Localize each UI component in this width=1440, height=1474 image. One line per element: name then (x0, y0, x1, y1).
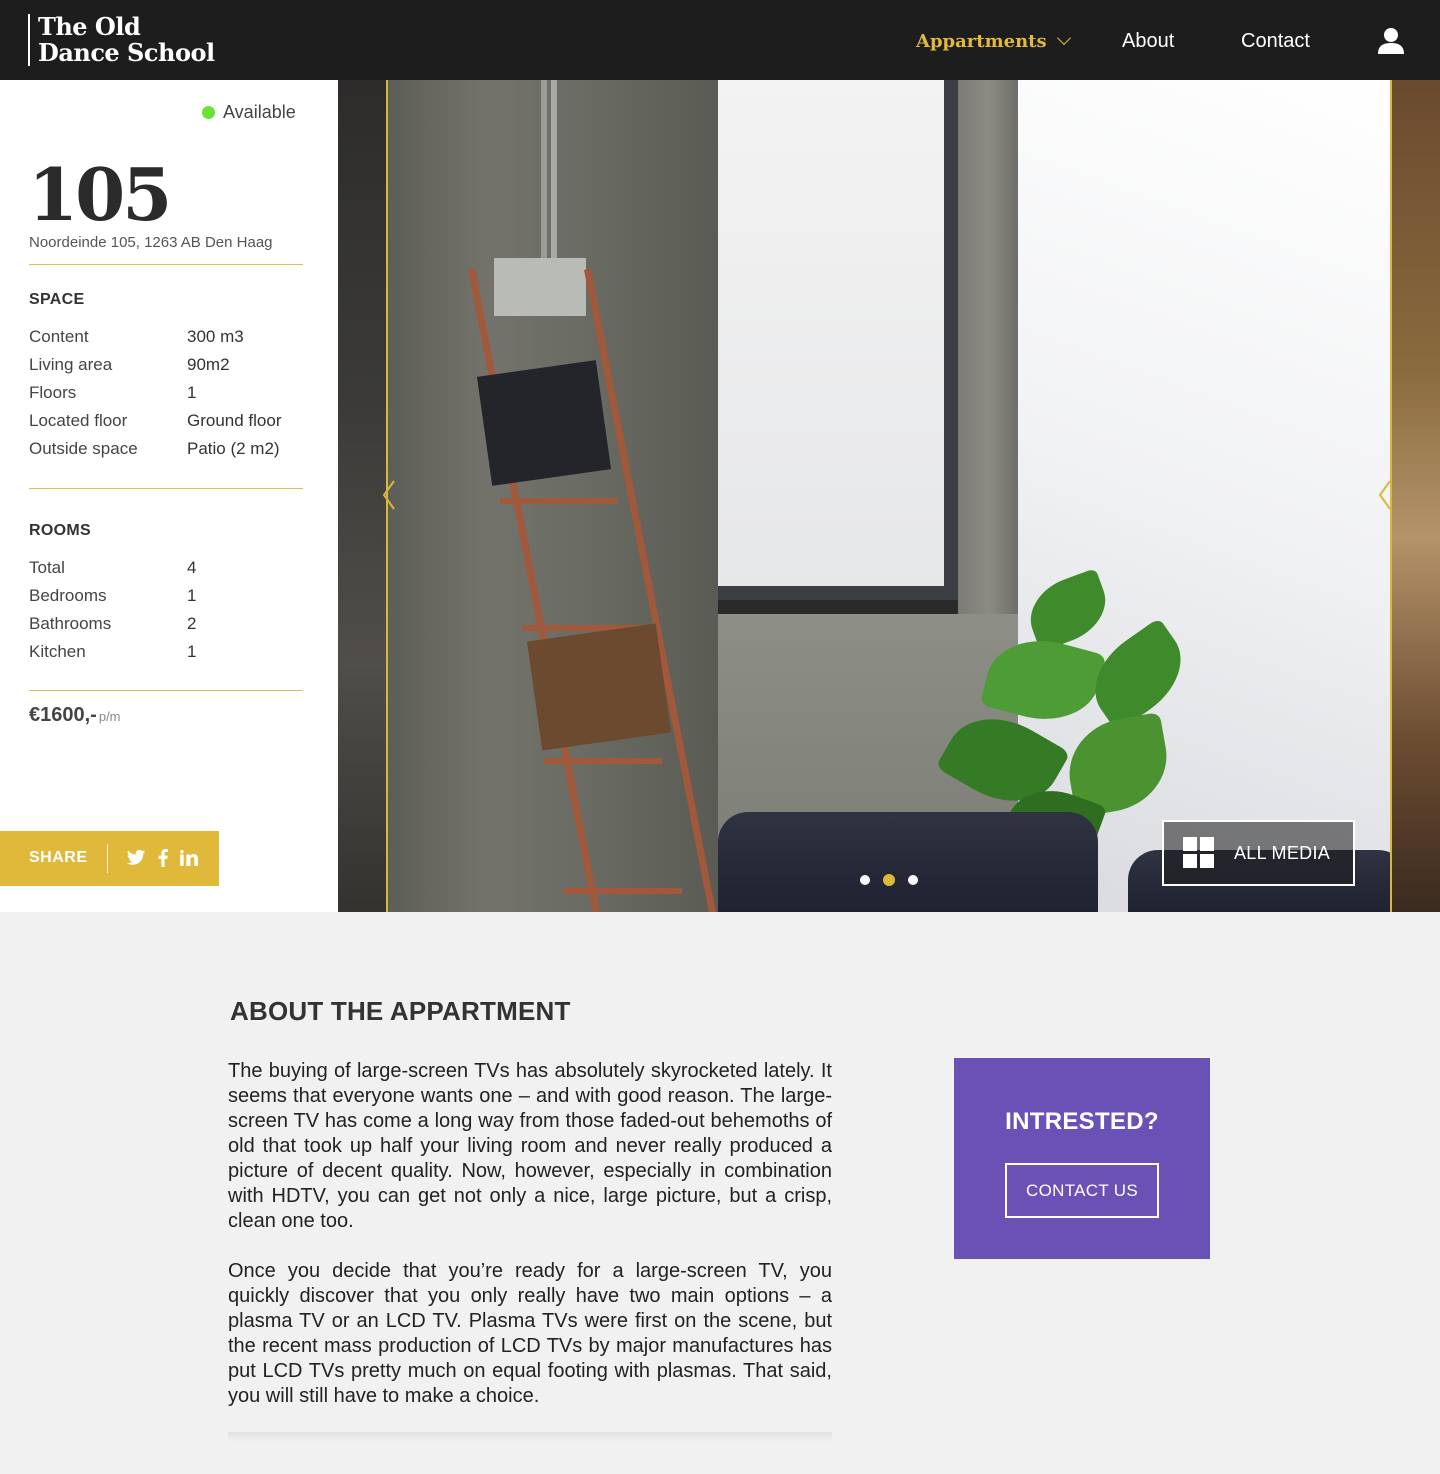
listing-info-panel: Available 105 Noordeinde 105, 1263 AB De… (0, 80, 338, 912)
all-media-label: ALL MEDIA (1234, 843, 1331, 863)
status-dot-icon (202, 106, 215, 119)
photo-ladder-rung (500, 498, 618, 504)
spec-label: Living area (29, 355, 113, 374)
unit-address: Noordeinde 105, 1263 AB Den Haag (29, 234, 273, 251)
about-title: ABOUT THE APPARTMENT (230, 996, 571, 1026)
spec-label: Located floor (29, 411, 128, 430)
spec-row: Bedrooms 1 (29, 586, 309, 610)
spec-label: Total (29, 558, 65, 577)
spec-value: 1 (187, 383, 197, 402)
twitter-icon[interactable] (126, 849, 146, 867)
carousel-dot-active[interactable] (883, 874, 895, 886)
photo-pipe (541, 80, 547, 260)
spec-value: 2 (187, 614, 197, 633)
facebook-icon[interactable] (157, 849, 169, 867)
price-value: €1600,- (29, 704, 97, 726)
logo-line-2: Dance School (38, 38, 215, 67)
nav-appartments[interactable]: Appartments (916, 30, 1071, 52)
spec-value: 90m2 (187, 355, 230, 374)
photo-window (718, 80, 958, 600)
share-label: SHARE (29, 849, 88, 866)
about-paragraph: The buying of large-screen TVs has absol… (228, 1060, 832, 1232)
contact-us-button[interactable]: CONTACT US (1005, 1163, 1159, 1218)
photo-magazine (526, 623, 672, 751)
share-bar: SHARE (0, 831, 219, 886)
divider (29, 690, 303, 691)
photo-gallery[interactable]: ALL MEDIA (338, 80, 1440, 912)
photo-ladder-rung (564, 888, 682, 894)
spec-value: 1 (187, 642, 197, 661)
next-slide-preview[interactable] (1392, 80, 1440, 912)
all-media-button[interactable]: ALL MEDIA (1162, 820, 1355, 886)
previous-slide-preview[interactable] (338, 80, 386, 912)
spec-value: Patio (2 m2) (187, 439, 280, 458)
divider (29, 264, 303, 265)
photo-pipe (551, 80, 557, 260)
spec-label: Floors (29, 383, 77, 402)
user-icon[interactable] (1376, 26, 1406, 56)
unit-number: 105 (28, 152, 172, 237)
spec-row: Floors 1 (29, 383, 309, 407)
nav-about[interactable]: About (1122, 30, 1174, 53)
spec-label: Bedrooms (29, 586, 107, 605)
spec-row: Content 300 m3 (29, 327, 309, 351)
text-fade (228, 1432, 832, 1442)
divider (29, 488, 303, 489)
nav-contact[interactable]: Contact (1241, 30, 1310, 53)
space-section-title: SPACE (29, 291, 85, 308)
spec-row: Kitchen 1 (29, 642, 309, 666)
spec-label: Kitchen (29, 642, 86, 661)
price-unit: p/m (98, 709, 121, 724)
spec-label: Content (29, 327, 89, 346)
availability-status: Available (202, 102, 296, 123)
spec-row: Outside space Patio (2 m2) (29, 439, 309, 463)
carousel-dot[interactable] (908, 875, 918, 885)
spec-value: 1 (187, 586, 197, 605)
spec-value: 4 (187, 558, 197, 577)
gallery-main-photo (386, 80, 1392, 912)
grid-icon (1183, 837, 1215, 869)
spec-row: Total 4 (29, 558, 309, 582)
chevron-down-icon (1056, 30, 1071, 46)
photo-ladder-rung (544, 758, 662, 764)
spec-label: Outside space (29, 439, 138, 458)
spec-row: Living area 90m2 (29, 355, 309, 379)
status-label: Available (223, 102, 296, 122)
linkedin-icon[interactable] (180, 850, 198, 866)
spec-value: Ground floor (187, 411, 282, 430)
logo-line-1: The Old (38, 12, 141, 41)
photo-outlet-box (494, 258, 586, 316)
interested-box: INTRESTED? CONTACT US (954, 1058, 1210, 1259)
spec-label: Bathrooms (29, 614, 112, 633)
rooms-section-title: ROOMS (29, 522, 91, 539)
photo-magazine (476, 360, 612, 486)
price: €1600,- p/m (29, 704, 121, 727)
spec-row: Located floor Ground floor (29, 411, 309, 435)
top-navbar: The Old Dance School Appartments About C… (0, 0, 1440, 80)
carousel-dot[interactable] (860, 875, 870, 885)
share-divider (107, 844, 108, 873)
chevron-left-icon[interactable] (382, 480, 396, 510)
spec-row: Bathrooms 2 (29, 614, 309, 638)
chevron-right-icon[interactable] (1378, 480, 1392, 510)
cta-title: INTRESTED? (1005, 1108, 1159, 1135)
about-paragraph: Once you decide that you’re ready for a … (228, 1260, 832, 1407)
spec-value: 300 m3 (187, 327, 244, 346)
photo-chair (718, 812, 1098, 912)
site-logo[interactable]: The Old Dance School (28, 14, 215, 66)
nav-appartments-label: Appartments (916, 31, 1047, 52)
